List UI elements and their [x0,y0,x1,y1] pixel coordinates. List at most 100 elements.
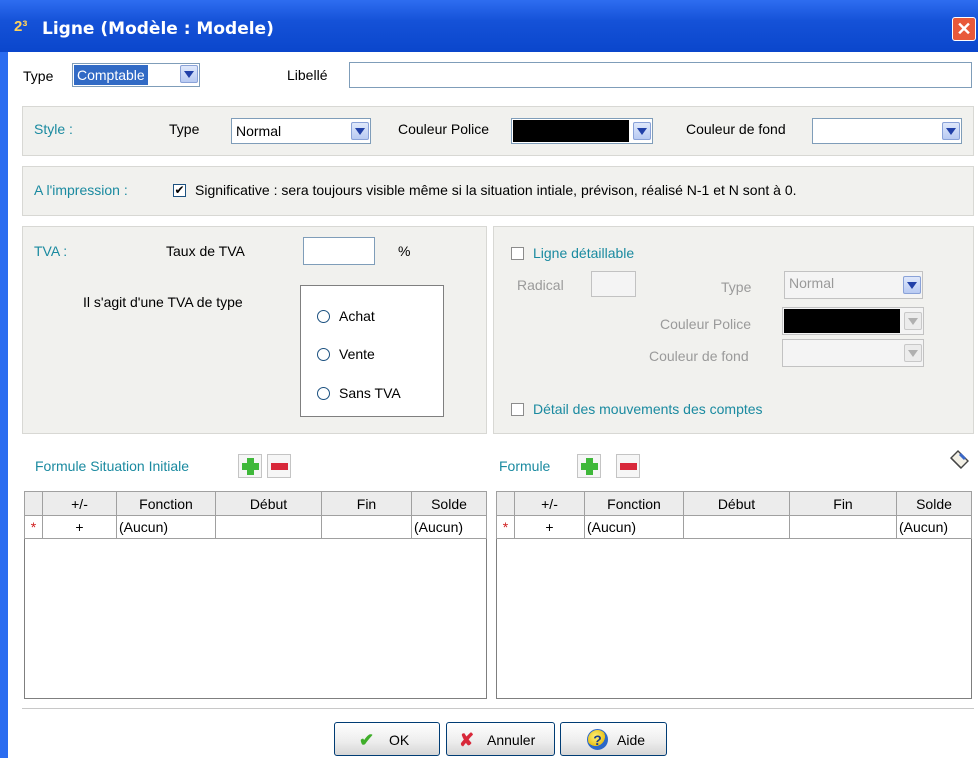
dropdown-arrow-icon[interactable] [904,344,922,362]
ok-button[interactable]: ✔ OK [334,722,440,756]
add-formule-button[interactable] [577,454,601,478]
remove-formule-initiale-button[interactable] [267,454,291,478]
ligne-detaillable-label: Ligne détaillable [533,245,635,261]
table-header-row: +/- Fonction Début Fin Solde [24,491,487,516]
column-header[interactable]: Début [683,491,790,516]
significative-checkbox[interactable]: ✔ [173,184,186,197]
close-icon[interactable]: ✕ [952,17,976,41]
radical-input[interactable] [591,271,636,297]
cell-solde[interactable]: (Aucun) [896,515,972,539]
eraser-icon[interactable] [948,449,970,471]
cell-solde[interactable]: (Aucun) [411,515,487,539]
table-row[interactable]: * + (Aucun) (Aucun) [24,515,487,539]
cancel-x-icon: ✘ [459,730,475,750]
impression-panel: A l'impression : ✔ Significative : sera … [22,166,974,216]
formule-initiale-table[interactable]: +/- Fonction Début Fin Solde * + (Aucun)… [24,491,487,539]
column-header[interactable]: +/- [514,491,585,516]
title-bar[interactable]: 2³ Ligne (Modèle : Modele) ✕ [0,0,978,52]
column-header[interactable]: Fonction [116,491,216,516]
aide-button[interactable]: ? Aide [560,722,667,756]
type-combo[interactable]: Comptable [72,63,200,87]
dropdown-arrow-icon[interactable] [351,122,369,140]
radio-vente[interactable] [317,348,330,361]
table-header-row: +/- Fonction Début Fin Solde [496,491,972,516]
annuler-button-label: Annuler [487,732,536,748]
style-type-label: Type [169,121,200,137]
taux-tva-input[interactable] [303,237,375,265]
check-icon: ✔ [174,183,185,197]
cell-fonction[interactable]: (Aucun) [116,515,216,539]
cell-debut[interactable] [683,515,790,539]
radio-achat[interactable] [317,310,330,323]
cell-fin[interactable] [789,515,897,539]
new-row-marker: * [496,515,515,539]
dropdown-arrow-icon[interactable] [180,65,198,83]
dropdown-arrow-icon[interactable] [942,122,960,140]
column-header[interactable]: Fonction [584,491,684,516]
column-header[interactable]: Début [215,491,322,516]
detail-type-combo[interactable]: Normal [784,271,923,299]
style-type-value: Normal [236,123,282,139]
couleur-police-label: Couleur Police [398,121,490,137]
mouvements-label: Détail des mouvements des comptes [533,401,763,417]
detail-type-value: Normal [789,275,835,291]
window-title: Ligne (Modèle : Modele) [42,19,274,39]
column-header[interactable]: Solde [896,491,972,516]
cell-debut[interactable] [215,515,322,539]
style-type-combo[interactable]: Normal [231,118,371,144]
detail-couleur-fond-combo[interactable] [782,339,924,367]
column-header[interactable]: Fin [321,491,412,516]
mouvements-checkbox[interactable] [511,403,524,416]
detail-couleur-police-label: Couleur Police [660,316,752,332]
ligne-detaillable-checkbox[interactable] [511,247,524,260]
app-icon: 2³ [14,18,28,35]
tva-type-question: Il s'agit d'une TVA de type [83,294,243,310]
dropdown-arrow-icon[interactable] [633,122,651,140]
libelle-input[interactable] [349,62,972,88]
radio-achat-label: Achat [339,308,375,324]
style-section-label: Style : [34,121,73,137]
annuler-button[interactable]: ✘ Annuler [446,722,555,756]
help-icon: ? [587,729,608,750]
dropdown-arrow-icon[interactable] [904,312,922,330]
radio-vente-label: Vente [339,346,375,362]
footer-divider [22,708,974,709]
formule-initiale-label: Formule Situation Initiale [35,458,190,474]
impression-section-label: A l'impression : [34,182,128,198]
formule-label: Formule [499,458,551,474]
significative-label: Significative : sera toujours visible mê… [195,182,797,198]
add-formule-initiale-button[interactable] [238,454,262,478]
column-header[interactable]: +/- [42,491,117,516]
detail-couleur-police-swatch [784,309,900,333]
taux-tva-label: Taux de TVA [166,243,245,259]
detail-panel: Ligne détaillable Radical Type Normal Co… [493,226,974,434]
cell-fin[interactable] [321,515,412,539]
tva-type-group: Achat Vente Sans TVA [300,285,444,417]
table-row[interactable]: * + (Aucun) (Aucun) [496,515,972,539]
radical-label: Radical [517,277,564,293]
remove-formule-button[interactable] [616,454,640,478]
formule-table[interactable]: +/- Fonction Début Fin Solde * + (Aucun)… [496,491,972,539]
column-header[interactable] [496,491,515,516]
couleur-fond-label: Couleur de fond [686,121,786,137]
radio-sans-tva[interactable] [317,387,330,400]
libelle-label: Libellé [287,67,328,83]
tva-section-label: TVA : [34,243,68,259]
detail-couleur-police-combo[interactable] [782,307,924,335]
column-header[interactable]: Solde [411,491,487,516]
column-header[interactable] [24,491,43,516]
cell-sign[interactable]: + [514,515,585,539]
couleur-police-combo[interactable] [511,118,653,144]
detail-type-label: Type [721,279,752,295]
aide-button-label: Aide [617,732,646,748]
dropdown-arrow-icon[interactable] [903,276,921,294]
column-header[interactable]: Fin [789,491,897,516]
new-row-marker: * [24,515,43,539]
dialog-window: 2³ Ligne (Modèle : Modele) ✕ Type Compta… [0,0,978,758]
ok-check-icon: ✔ [359,730,375,750]
ok-button-label: OK [389,732,410,748]
cell-fonction[interactable]: (Aucun) [584,515,684,539]
percent-label: % [398,243,411,259]
cell-sign[interactable]: + [42,515,117,539]
couleur-fond-combo[interactable] [812,118,962,144]
